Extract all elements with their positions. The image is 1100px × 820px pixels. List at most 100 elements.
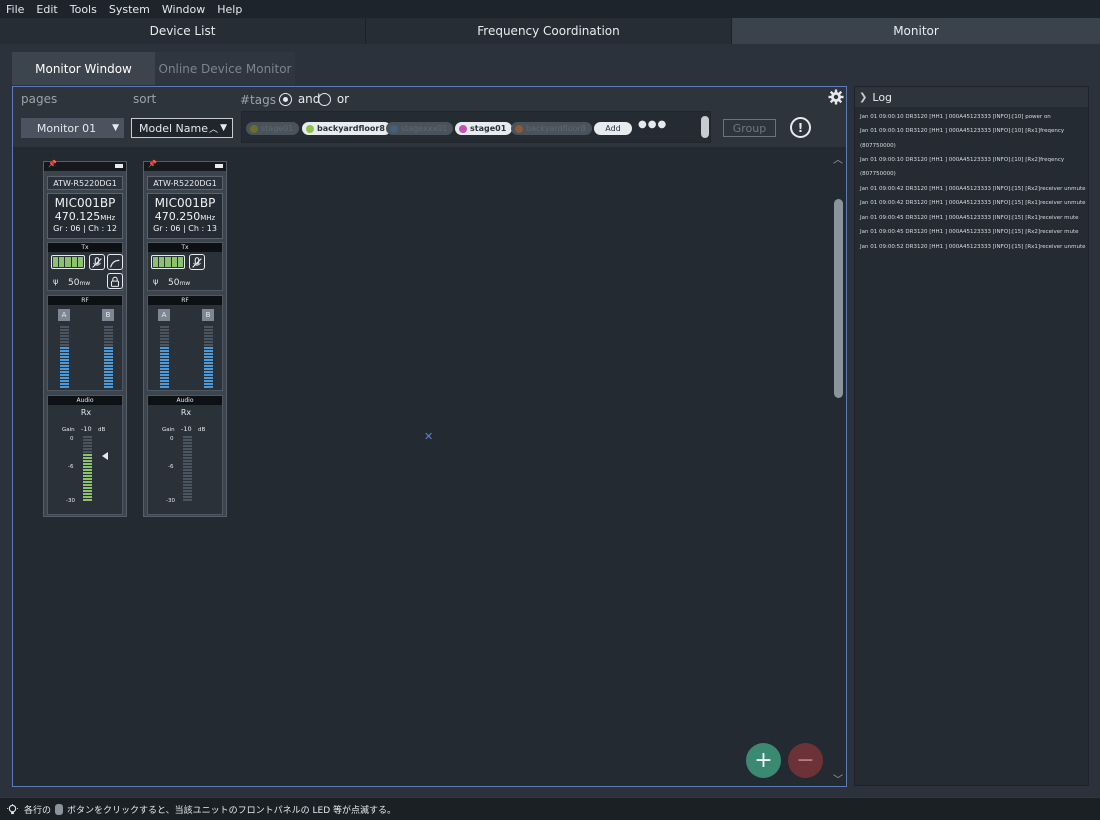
tag-color-dot: [306, 124, 314, 133]
log-panel: ❯ Log Jan 01 09:00:10 DR3120 [HH1 ] 000A…: [854, 86, 1089, 786]
menu-tools[interactable]: Tools: [64, 3, 103, 16]
tab-monitor[interactable]: Monitor: [732, 18, 1100, 44]
alert-icon[interactable]: !: [790, 117, 811, 138]
scale-6: -6: [68, 464, 74, 470]
tag-mode-and[interactable]: and: [279, 92, 320, 106]
db-label: dB: [98, 427, 106, 433]
status-text-after: ボタンをクリックすると、当該ユニットのフロントパネルの LED 等が点滅する。: [67, 805, 397, 816]
sort-ascending-icon: ︿: [208, 124, 218, 135]
device-id-box: MIC001BP 470.250MHz Gr : 06 | Ch : 13: [147, 193, 223, 239]
pages-label: pages: [21, 92, 58, 106]
remove-device-button[interactable]: −: [788, 743, 823, 778]
log-entry: Jan 01 09:00:42 DR3120 [HH1 ] 000A451233…: [860, 200, 1086, 206]
tx-battery-icon: [151, 255, 185, 269]
more-icon[interactable]: ●●●: [638, 119, 667, 130]
pin-icon[interactable]: 📌: [148, 160, 157, 168]
tag-chip[interactable]: backyardfloor8: [302, 122, 391, 135]
tag-chip[interactable]: stagexxx01: [386, 122, 454, 135]
menu-window[interactable]: Window: [156, 3, 211, 16]
lock-icon[interactable]: [107, 273, 123, 289]
tx-section: Tx ψ 50mw: [147, 242, 223, 291]
log-entry: Jan 01 09:00:45 DR3120 [HH1 ] 000A451233…: [860, 215, 1079, 221]
log-entry: Jan 01 09:00:10 DR3120 [HH1 ] 000A451233…: [860, 128, 1065, 134]
tx-battery-icon: [51, 255, 85, 269]
scale-0: 0: [170, 436, 174, 442]
model-name: ATW-R5220DG1: [147, 176, 223, 190]
scroll-up-icon[interactable]: ︿: [833, 151, 843, 166]
cursor-crosshair-icon: ✕: [424, 430, 434, 443]
tag-label: stage01: [470, 124, 507, 133]
monitor-toolbar: pages sort #tags and or Monitor 01 ▼ Mod…: [13, 87, 846, 147]
gear-icon[interactable]: [828, 89, 844, 105]
menu-edit[interactable]: Edit: [30, 3, 63, 16]
audio-label: Audio: [48, 396, 122, 405]
sort-value: Model Name: [139, 121, 208, 135]
tag-label: backyardfloor8: [317, 124, 385, 133]
rx-label: Rx: [80, 408, 92, 417]
scrollbar-thumb[interactable]: [834, 199, 843, 398]
audio-label: Audio: [148, 396, 222, 405]
gain-value: -10: [181, 425, 192, 433]
pin-icon[interactable]: 📌: [48, 160, 57, 168]
receiver-card[interactable]: 📌 ATW-R5220DG1 MIC001BP 470.125MHz Gr : …: [43, 160, 127, 517]
log-header[interactable]: ❯ Log: [855, 87, 1088, 107]
status-text-before: 各行の: [24, 805, 52, 816]
menu-bar: File Edit Tools System Window Help: [0, 0, 1100, 18]
scale-0: 0: [70, 436, 74, 442]
log-entry: (807750000): [860, 143, 896, 149]
gain-value: -10: [81, 425, 92, 433]
tag-filter-box: stage01 backyardfloor8 stagexxx01 stage0…: [241, 111, 711, 143]
tag-mode-or[interactable]: or: [318, 92, 349, 106]
tags-label: #tags: [240, 93, 276, 107]
tab-online-device-monitor[interactable]: Online Device Monitor: [155, 52, 295, 85]
gain-marker-icon[interactable]: [102, 452, 108, 460]
audio-section: Audio Rx Gain -10 dB 0 -6 -30: [147, 395, 223, 515]
tab-monitor-window[interactable]: Monitor Window: [12, 52, 155, 85]
tag-chip[interactable]: backyardfloor8: [511, 122, 592, 135]
audio-meter: [83, 436, 92, 502]
chevron-right-icon[interactable]: ❯: [859, 92, 867, 103]
mic-mute-icon[interactable]: [189, 254, 205, 270]
chevron-down-icon: ▼: [112, 123, 119, 133]
low-cut-icon[interactable]: [107, 254, 123, 270]
tx-label: Tx: [48, 243, 122, 252]
and-radio-icon[interactable]: [279, 93, 292, 106]
sort-dropdown[interactable]: Model Name ︿ ▼: [131, 118, 233, 138]
menu-file[interactable]: File: [0, 3, 30, 16]
frequency: 470.250MHz: [154, 210, 216, 223]
scroll-down-icon[interactable]: ﹀: [833, 771, 843, 786]
pages-value: Monitor 01: [36, 121, 97, 135]
or-radio-icon[interactable]: [318, 93, 331, 106]
tab-frequency-coordination[interactable]: Frequency Coordination: [366, 18, 732, 44]
pages-dropdown[interactable]: Monitor 01 ▼: [21, 118, 124, 138]
group-button[interactable]: Group: [723, 119, 776, 137]
db-label: dB: [198, 427, 206, 433]
tag-scrollbar[interactable]: [701, 116, 709, 138]
gain-label: Gain: [162, 427, 175, 433]
monitor-scrollbar[interactable]: ︿ ﹀: [832, 149, 846, 786]
tag-label: stagexxx01: [401, 124, 448, 133]
tx-power: 50mw: [168, 278, 191, 288]
rf-meter-b: [104, 326, 113, 389]
mic-mute-icon[interactable]: [89, 254, 105, 270]
tab-device-list[interactable]: Device List: [0, 18, 366, 44]
tag-chip[interactable]: stage01: [246, 122, 300, 135]
tag-color-dot: [515, 124, 523, 133]
tx-section: Tx ψ 50mw: [47, 242, 123, 291]
battery-icon: [215, 164, 223, 168]
identify-button-icon: [55, 803, 64, 815]
add-device-button[interactable]: +: [746, 743, 781, 778]
tag-color-dot: [250, 124, 258, 133]
scale-30: -30: [166, 498, 175, 504]
tag-chip[interactable]: stage01: [455, 122, 513, 135]
antenna-icon: ψ: [153, 277, 159, 286]
rf-section: RF A B: [147, 295, 223, 391]
menu-system[interactable]: System: [103, 3, 156, 16]
menu-help[interactable]: Help: [211, 3, 248, 16]
rf-b-label: B: [202, 309, 214, 321]
sort-label: sort: [133, 92, 157, 106]
log-entry: Jan 01 09:00:42 DR3120 [HH1 ] 000A451233…: [860, 186, 1086, 192]
receiver-card[interactable]: 📌 ATW-R5220DG1 MIC001BP 470.250MHz Gr : …: [143, 160, 227, 517]
add-tag-button[interactable]: Add: [594, 122, 632, 135]
tag-label: backyardfloor8: [526, 124, 586, 133]
